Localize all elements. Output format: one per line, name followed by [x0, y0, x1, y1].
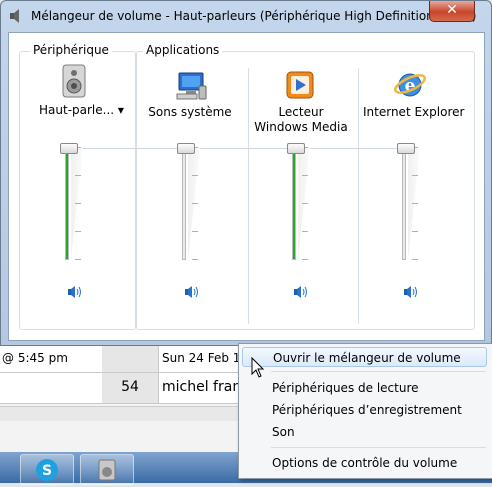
window-title: Mélangeur de volume - Haut-parleurs (Pér…	[31, 9, 477, 23]
tick-mark	[192, 231, 198, 232]
svg-text:S: S	[42, 463, 52, 479]
mute-speaker-icon[interactable]	[184, 285, 200, 299]
taskbar-skype-button[interactable]: S	[20, 454, 74, 485]
volume-track[interactable]	[292, 147, 296, 260]
volume-track[interactable]	[402, 147, 406, 260]
menu-item-volume-control-options[interactable]: Options de contrôle du volume	[242, 453, 487, 473]
device-selector[interactable]: Haut-parle... ▾	[39, 103, 124, 123]
volume-ticks	[302, 147, 308, 260]
menu-separator	[271, 371, 486, 372]
close-button[interactable]: ✕	[429, 1, 475, 22]
tick-mark	[302, 231, 308, 232]
volume-mixer-window: Mélangeur de volume - Haut-parleurs (Pér…	[0, 0, 492, 346]
volume-slider-thumb[interactable]	[177, 143, 195, 154]
menu-item-playback-devices[interactable]: Périphériques de lecture	[242, 378, 487, 398]
close-icon: ✕	[446, 2, 458, 18]
menu-item-recording-devices[interactable]: Périphériques d’enregistrement	[242, 400, 487, 420]
tick-mark	[75, 203, 81, 204]
volume-track[interactable]	[182, 147, 186, 260]
row-time: @ 5:45 pm	[0, 346, 105, 372]
taskbar-sound-button[interactable]	[80, 454, 134, 485]
volume-slider-thumb[interactable]	[60, 143, 78, 154]
divider	[358, 68, 359, 324]
row-time	[0, 373, 103, 403]
device-group-label: Périphérique	[30, 43, 112, 57]
volume-level-fill	[293, 148, 295, 259]
table-row[interactable]: @ 5:45 pm Sun 24 Feb 1	[0, 346, 275, 373]
volume-track[interactable]	[65, 147, 69, 260]
tick-mark	[302, 203, 308, 204]
speaker-icon	[10, 9, 19, 23]
tick-mark	[192, 259, 198, 260]
context-menu: Ouvrir le mélangeur de volume Périphériq…	[238, 343, 492, 479]
skype-icon: S	[36, 459, 58, 481]
mute-speaker-icon[interactable]	[293, 285, 309, 299]
channel-label: Internet Explorer	[363, 105, 465, 119]
volume-level-fill	[66, 148, 68, 259]
volume-ticks	[75, 147, 81, 260]
chevron-down-icon: ▾	[117, 103, 124, 117]
tick-mark	[412, 175, 418, 176]
mute-speaker-icon[interactable]	[403, 285, 419, 299]
media-player-icon	[286, 71, 314, 99]
divider	[248, 68, 249, 324]
tick-mark	[412, 203, 418, 204]
row-count	[102, 346, 159, 372]
device-name: Haut-parle...	[39, 103, 115, 117]
system-sounds-icon	[176, 72, 207, 100]
menu-item-open-volume-mixer[interactable]: Ouvrir le mélangeur de volume	[242, 347, 487, 367]
volume-ticks	[412, 147, 418, 260]
tick-mark	[302, 259, 308, 260]
volume-ticks	[192, 147, 198, 260]
volume-slider-thumb[interactable]	[397, 143, 415, 154]
mixer-client-area: Périphérique Applications Haut-parle... …	[8, 32, 485, 341]
slider-link-line	[79, 148, 409, 149]
tick-mark	[192, 175, 198, 176]
applications-group-label: Applications	[143, 43, 223, 57]
row-count: 54	[102, 373, 159, 403]
tick-mark	[75, 259, 81, 260]
volume-slider-thumb[interactable]	[287, 143, 305, 154]
mouse-cursor-icon	[251, 357, 265, 378]
internet-explorer-icon: e	[394, 73, 426, 97]
tick-mark	[412, 231, 418, 232]
speaker-icon	[62, 64, 86, 98]
table-row[interactable]: 54 michel franc	[0, 373, 275, 404]
speaker-icon	[98, 459, 116, 481]
menu-separator	[271, 447, 486, 448]
menu-item-sound[interactable]: Son	[242, 422, 487, 442]
tick-mark	[192, 203, 198, 204]
mute-speaker-icon[interactable]	[67, 285, 83, 299]
tick-mark	[302, 175, 308, 176]
tick-mark	[75, 175, 81, 176]
tick-mark	[412, 259, 418, 260]
channel-label: Sons système	[148, 105, 232, 119]
scrollbar[interactable]	[0, 406, 240, 421]
tick-mark	[75, 231, 81, 232]
channel-label: Lecteur Windows Media	[254, 105, 348, 134]
